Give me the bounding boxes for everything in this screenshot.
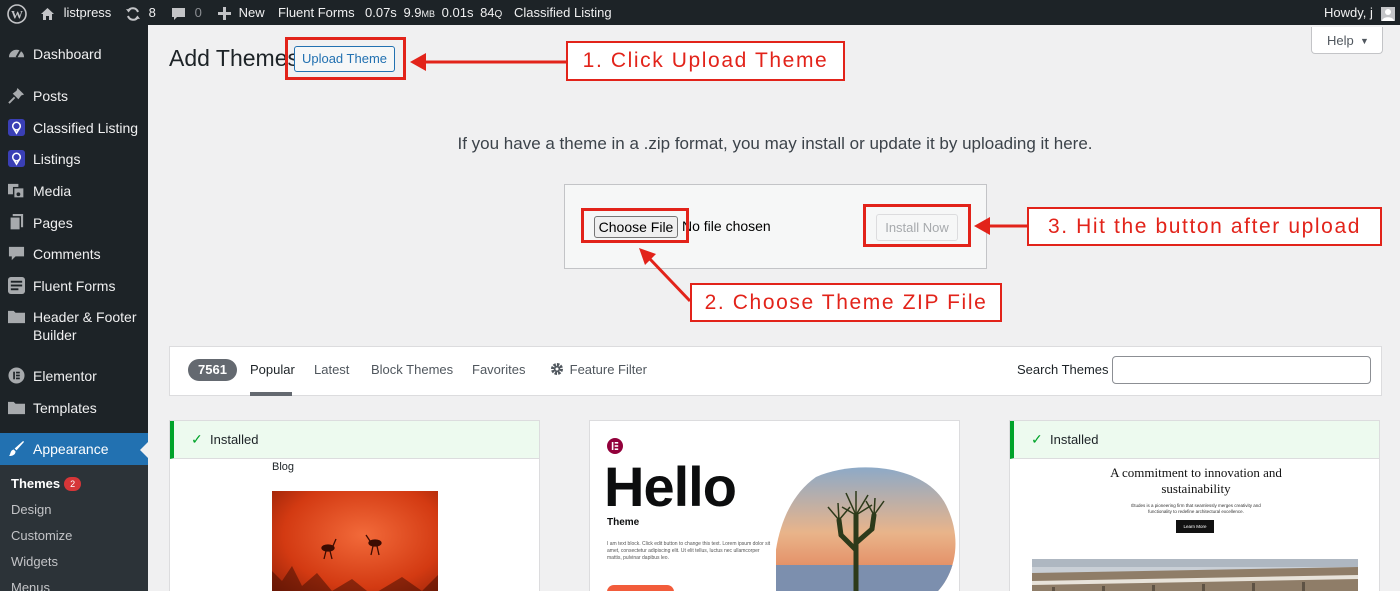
search-themes-input[interactable] <box>1112 356 1371 384</box>
tab-popular[interactable]: Popular <box>250 362 295 377</box>
callout-step1: 1. Click Upload Theme <box>566 41 845 81</box>
preview-body-text: Études is a pioneering firm that seamles… <box>1131 503 1261 514</box>
preview-cactus-photo <box>776 467 956 591</box>
tab-favorites[interactable]: Favorites <box>472 362 525 377</box>
search-themes-label: Search Themes <box>1017 362 1109 377</box>
installed-label: Installed <box>210 432 259 447</box>
installed-label: Installed <box>1050 432 1099 447</box>
feature-filter-label: Feature Filter <box>569 362 647 377</box>
preview-hello-title: Hello <box>604 455 737 518</box>
preview-body-text: I am text block. Click edit button to ch… <box>607 541 771 561</box>
callout-step3: 3. Hit the button after upload <box>1027 207 1382 246</box>
elementor-logo-icon <box>607 438 623 454</box>
theme-count-badge: 7561 <box>188 359 237 381</box>
arrow-step2 <box>639 248 692 303</box>
gear-icon <box>551 363 563 375</box>
active-tab-underline <box>250 392 292 396</box>
installed-banner: ✓ Installed <box>1010 421 1379 459</box>
theme-card[interactable]: ✓ Installed A commitment to innovation a… <box>1009 420 1380 591</box>
preview-heading: A commitment to innovation and sustainab… <box>1110 465 1282 496</box>
installed-banner: ✓ Installed <box>170 421 539 459</box>
preview-sunset-photo <box>272 491 438 591</box>
theme-card[interactable]: ✓ Installed Blog <box>169 420 540 591</box>
feature-filter-button[interactable]: Feature Filter <box>550 362 647 377</box>
arrow-step3 <box>974 217 1027 235</box>
tab-block-themes[interactable]: Block Themes <box>371 362 453 377</box>
preview-building-photo <box>1032 559 1358 591</box>
preview-theme-subtitle: Theme <box>607 517 640 528</box>
theme-card[interactable]: Hello Theme I am text block. Click edit … <box>589 420 960 591</box>
checkmark-icon: ✓ <box>191 431 203 447</box>
arrow-step1 <box>410 53 566 71</box>
preview-learn-more-button: Learn More <box>1176 520 1214 533</box>
preview-blog-text: Blog <box>272 461 295 473</box>
preview-cta-button <box>607 585 674 591</box>
callout-step2: 2. Choose Theme ZIP File <box>690 283 1002 322</box>
tab-latest[interactable]: Latest <box>314 362 349 377</box>
checkmark-icon: ✓ <box>1031 431 1043 447</box>
